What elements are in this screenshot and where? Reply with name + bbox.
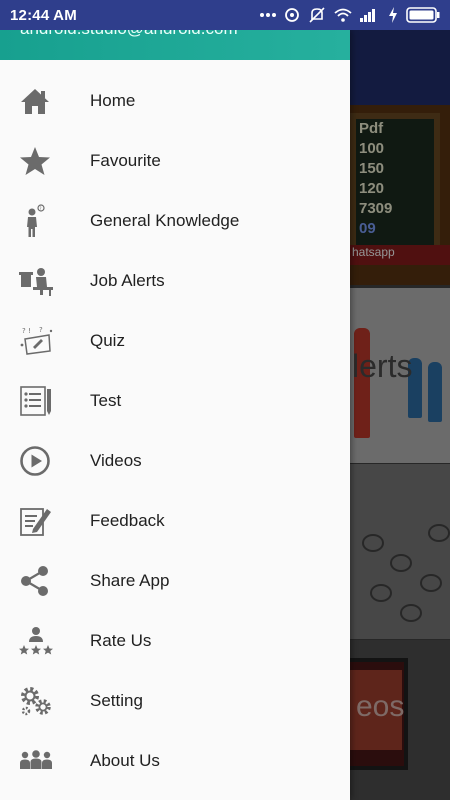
wifi-icon <box>334 8 352 22</box>
hotspot-icon <box>284 7 300 23</box>
svg-text:? !: ? ! <box>22 327 31 335</box>
menu-item-home[interactable]: Home <box>0 71 350 131</box>
scrim-overlay[interactable] <box>350 30 450 800</box>
svg-text:?: ? <box>39 206 41 211</box>
menu-item-test[interactable]: Test <box>0 371 350 431</box>
header-email: android.studio@android.com <box>20 30 238 38</box>
menu-item-feedback[interactable]: Feedback <box>0 491 350 551</box>
menu-item-favourite[interactable]: Favourite <box>0 131 350 191</box>
svg-text:?: ? <box>39 326 43 334</box>
menu-item-rate-us[interactable]: Rate Us <box>0 611 350 671</box>
people-group-icon <box>0 749 90 773</box>
menu-item-videos[interactable]: Videos <box>0 431 350 491</box>
gears-icon <box>0 685 90 717</box>
menu-item-general-knowledge[interactable]: ? General Knowledge <box>0 191 350 251</box>
star-icon <box>0 146 90 176</box>
status-icons <box>260 7 440 23</box>
play-circle-icon <box>0 445 90 477</box>
quiz-icon: ? !? <box>0 325 90 357</box>
home-icon <box>0 87 90 115</box>
test-sheet-icon <box>0 385 90 417</box>
signal-icon <box>360 8 380 22</box>
menu-item-share-app[interactable]: Share App <box>0 551 350 611</box>
rate-us-icon <box>0 626 90 656</box>
menu-item-about-us[interactable]: About Us <box>0 731 350 791</box>
thinker-icon: ? <box>0 204 90 238</box>
menu-item-job-alerts[interactable]: Job Alerts <box>0 251 350 311</box>
status-time: 12:44 AM <box>10 6 77 24</box>
menu-item-setting[interactable]: Setting <box>0 671 350 731</box>
battery-icon <box>406 7 440 23</box>
menu-item-quiz[interactable]: ? !? Quiz <box>0 311 350 371</box>
navigation-drawer: android.studio@android.com Home Favourit… <box>0 30 350 800</box>
drawer-menu: Home Favourite ? General Knowledge Job A… <box>0 71 350 791</box>
drawer-header: android.studio@android.com <box>0 30 350 60</box>
share-icon <box>0 565 90 597</box>
mute-icon <box>308 7 326 23</box>
desk-worker-icon <box>0 265 90 297</box>
status-bar: 12:44 AM <box>0 0 450 30</box>
charging-icon <box>388 7 398 23</box>
feedback-icon <box>0 505 90 537</box>
more-dots-icon <box>260 12 276 18</box>
